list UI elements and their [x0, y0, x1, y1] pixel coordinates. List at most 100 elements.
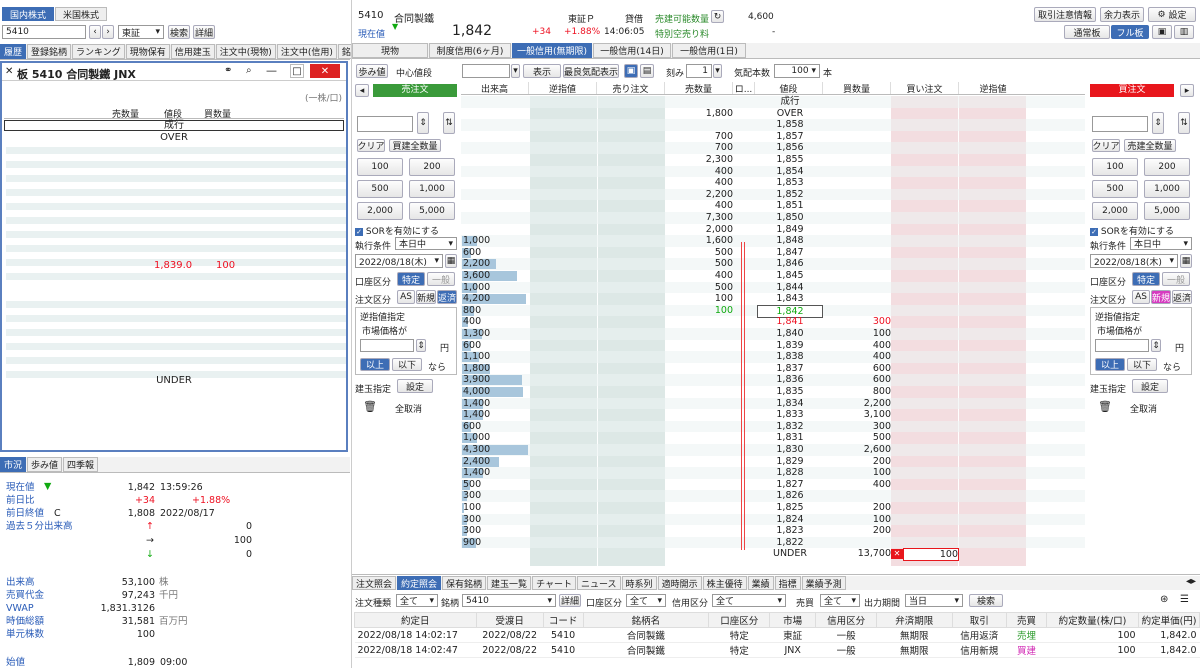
close-icon[interactable]: ✕ [310, 64, 340, 78]
display-button[interactable]: 表示 [523, 64, 561, 78]
buy-as-button[interactable]: AS [1132, 290, 1150, 304]
maximize-icon[interactable]: □ [290, 64, 304, 78]
sell-calendar-icon[interactable]: ▦ [445, 254, 457, 268]
buy-calendar-icon[interactable]: ▦ [1180, 254, 1192, 268]
full-board-button[interactable]: フル板 [1111, 25, 1149, 39]
buy-qty-1000-button[interactable]: 1,000 [1144, 180, 1190, 198]
sell-acct-tokutei[interactable]: 特定 [397, 272, 425, 286]
next-tab-icon[interactable]: ◂▸ [1186, 576, 1200, 590]
sell-date-select[interactable]: 2022/08/18(木) ▾ [355, 254, 443, 268]
tab-orders-cash[interactable]: 注文中(現物) [215, 44, 276, 59]
list-icon[interactable]: ☰ [1180, 594, 1189, 605]
sell-qty-stepper-icon[interactable]: ⇕ [417, 112, 429, 134]
sell-acct-ippan[interactable]: 一般 [427, 272, 455, 286]
sell-below-button[interactable]: 以下 [392, 358, 422, 371]
buy-qty-200-button[interactable]: 200 [1144, 158, 1190, 176]
sell-position-button[interactable]: 設定 [397, 379, 433, 393]
buy-cond-select[interactable]: 本日中 ▾ [1130, 237, 1192, 250]
sell-qty-1000-button[interactable]: 1,000 [409, 180, 455, 198]
tab-benefits[interactable]: 株主優待 [702, 576, 747, 590]
buy-position-button[interactable]: 設定 [1132, 379, 1168, 393]
collapse-right-icon[interactable]: ▸ [1180, 84, 1194, 97]
tab-history[interactable]: 履歴 [0, 44, 27, 59]
buy-above-button[interactable]: 以上 [1095, 358, 1125, 371]
buy-date-select[interactable]: 2022/08/18(木) ▾ [1090, 254, 1178, 268]
buy-qty-5000-button[interactable]: 5,000 [1144, 202, 1190, 220]
tab-cash[interactable]: 現物 [352, 43, 428, 58]
search-button[interactable]: 検索 [168, 25, 190, 39]
search-icon[interactable]: ⌕ [246, 65, 252, 76]
center-price-input[interactable] [462, 64, 510, 78]
sell-qty-updown-icon[interactable]: ⇅ [443, 112, 455, 134]
sell-stop-price-input[interactable] [360, 339, 414, 352]
center-view-icon[interactable]: ▣ [624, 64, 638, 78]
collapse-left-icon[interactable]: ◂ [355, 84, 369, 97]
sell-qty-5000-button[interactable]: 5,000 [409, 202, 455, 220]
tab-holdings[interactable]: 保有銘柄 [442, 576, 487, 590]
tab-orders-margin[interactable]: 注文中(信用) [276, 44, 337, 59]
sell-cancel-all-button[interactable]: 全取消 [395, 402, 422, 415]
tab-ranking[interactable]: ランキング [72, 44, 125, 59]
normal-board-button[interactable]: 通常板 [1064, 25, 1110, 39]
buy-stop-stepper-icon[interactable]: ⇕ [1151, 339, 1161, 352]
tab-registered[interactable]: 登録銘柄 [27, 44, 72, 59]
sell-qty-500-button[interactable]: 500 [357, 180, 403, 198]
buy-new-button[interactable]: 新規 [1151, 290, 1171, 304]
sell-qty-2000-button[interactable]: 2,000 [357, 202, 403, 220]
sell-qty-input[interactable] [357, 116, 413, 132]
sell-all-qty-button[interactable]: 買建全数量 [389, 139, 441, 152]
sell-repay-button[interactable]: 返済 [437, 290, 457, 304]
link-icon[interactable]: ⚭ [224, 65, 232, 76]
tab-order-inquiry[interactable]: 注文照会 [352, 576, 397, 590]
sell-above-button[interactable]: 以上 [360, 358, 390, 371]
minimize-icon[interactable]: — [266, 64, 277, 77]
tab-market[interactable]: 市況 [0, 457, 27, 472]
filter-credit-select[interactable]: 全て ▾ [712, 594, 786, 607]
sell-cond-select[interactable]: 本日中 ▾ [395, 237, 457, 250]
buy-qty-2000-button[interactable]: 2,000 [1092, 202, 1138, 220]
sell-sor-checkbox[interactable]: ✓ SORを有効にする [355, 224, 439, 237]
buy-qty-100-button[interactable]: 100 [1092, 158, 1138, 176]
buy-order-title[interactable]: 買注文 [1090, 84, 1174, 97]
tab-shikiho[interactable]: 四季報 [63, 457, 99, 472]
trash-icon[interactable]: 🗑 [363, 400, 377, 413]
prev-arrow-icon[interactable]: ‹ [89, 25, 101, 39]
layout-split-icon[interactable]: ▥ [1174, 25, 1194, 39]
filter-type-select[interactable]: 全て ▾ [396, 594, 438, 607]
tab-forecast[interactable]: 業績予測 [801, 576, 846, 590]
code-input[interactable]: 5410 [2, 25, 86, 39]
tab-general-1d[interactable]: 一般信用(1日) [672, 43, 746, 58]
tab-results[interactable]: 業績 [747, 576, 774, 590]
filter-acct-select[interactable]: 全て ▾ [626, 594, 666, 607]
exec-row[interactable]: 2022/08/18 14:02:47 2022/08/22 5410 合同製鐵 特定 J… [354, 642, 1200, 658]
tab-general-14d[interactable]: 一般信用(14日) [593, 43, 671, 58]
tab-general-unlimited[interactable]: 一般信用(無期限) [512, 43, 592, 58]
buy-qty-input[interactable] [1092, 116, 1148, 132]
next-arrow-icon[interactable]: › [102, 25, 114, 39]
buy-acct-ippan[interactable]: 一般 [1162, 272, 1190, 286]
sell-new-button[interactable]: 新規 [416, 290, 436, 304]
exec-row[interactable]: 2022/08/18 14:02:17 2022/08/22 5410 合同製鐵 特定東… [354, 627, 1200, 643]
buy-qty-updown-icon[interactable]: ⇅ [1178, 112, 1190, 134]
market-select[interactable]: 東証 ▾ [118, 25, 164, 39]
detail-button[interactable]: 詳細 [193, 25, 215, 39]
layout-single-icon[interactable]: ▣ [1152, 25, 1172, 39]
tab-disclosure[interactable]: 適時開示 [657, 576, 702, 590]
tab-exec-inquiry[interactable]: 約定照会 [397, 576, 442, 590]
split-view-icon[interactable]: ▤ [640, 64, 654, 78]
step-input[interactable]: 1 [686, 64, 712, 78]
quote-count-input[interactable]: 100 ▾ [774, 64, 820, 78]
buy-qty-500-button[interactable]: 500 [1092, 180, 1138, 198]
refresh-icon[interactable]: ↻ [711, 10, 724, 23]
pin-icon[interactable]: ✕ [5, 66, 13, 77]
download-icon[interactable]: ⊛ [1160, 594, 1168, 605]
tab-cash-holdings[interactable]: 現物保有 [125, 44, 170, 59]
margin-display-button[interactable]: 余力表示 [1100, 7, 1144, 22]
trade-caution-button[interactable]: 取引注意情報 [1034, 7, 1096, 22]
buy-all-qty-button[interactable]: 売建全数量 [1124, 139, 1176, 152]
sell-stop-stepper-icon[interactable]: ⇕ [416, 339, 426, 352]
filter-side-select[interactable]: 全て ▾ [820, 594, 860, 607]
best-quote-button[interactable]: 最良気配表示 [563, 64, 619, 78]
buy-sor-checkbox[interactable]: ✓ SORを有効にする [1090, 224, 1174, 237]
tab-margin-positions[interactable]: 信用建玉 [170, 44, 215, 59]
